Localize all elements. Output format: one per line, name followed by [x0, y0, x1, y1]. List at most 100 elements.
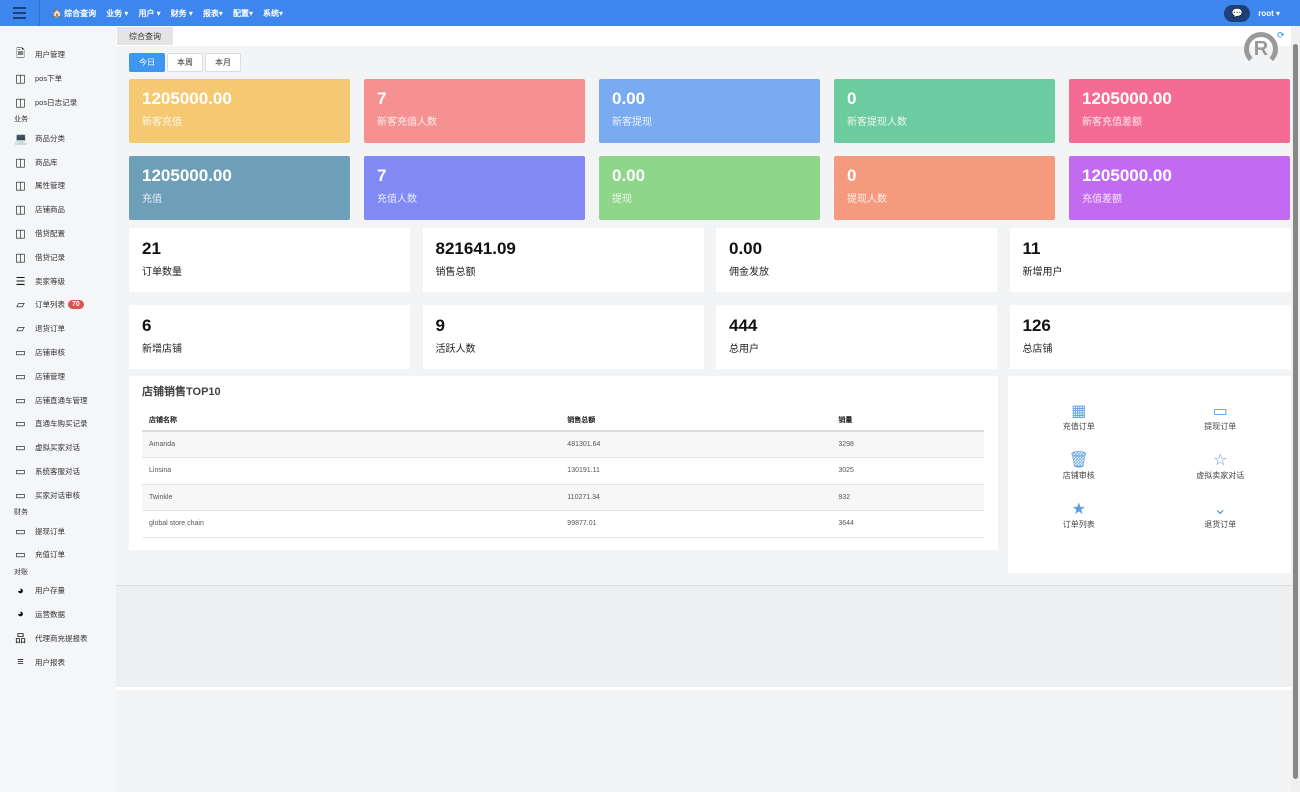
metric-value: 0	[847, 89, 857, 108]
stat-label: 销售总额	[435, 267, 476, 278]
chevron-down-icon: ⌄	[1213, 501, 1227, 518]
refresh-icon[interactable]: ⟳	[1277, 30, 1285, 41]
sidebar-item[interactable]: ◫ 店铺商品	[0, 198, 116, 222]
menu-toggle-icon[interactable]	[0, 0, 40, 26]
sidebar-item[interactable]: 品代理商充提报表	[0, 626, 116, 650]
star-outline-icon: ☆	[1213, 452, 1228, 469]
table-cell: 932	[831, 484, 984, 511]
sidebar-item[interactable]: ▭ 店铺审核	[0, 341, 116, 365]
breadcrumb-bar	[116, 26, 1291, 46]
quick-action[interactable]: ★ 订单列表	[1008, 499, 1150, 530]
period-button[interactable]: 本周	[167, 53, 203, 72]
nav-item[interactable]: 业务 ▾	[106, 8, 128, 19]
stat-card: 126 总店铺	[1009, 305, 1291, 369]
sidebar-item[interactable]: ▭ 店铺管理	[0, 364, 116, 388]
table-cell: 3644	[831, 510, 984, 538]
metric-label: 提现	[612, 194, 632, 205]
sidebar-item[interactable]: 🗎 用户管理	[0, 43, 116, 67]
metric-value: 1205000.00	[1082, 89, 1172, 108]
sidebar-item[interactable]: ▭ 提现订单	[0, 519, 116, 543]
top10-table: 店铺名称 销售总额 销量 Amanda 481301.64 3298 Linsina 1301…	[142, 409, 984, 538]
nav-item[interactable]: 财务 ▾	[171, 8, 193, 19]
scrollbar[interactable]	[1291, 26, 1300, 792]
stat-label: 佣金发放	[729, 267, 769, 278]
metric-label: 新客提现人数	[847, 117, 907, 128]
nav-item[interactable]: 用户 ▾	[138, 8, 160, 19]
stat-value: 11	[1022, 239, 1041, 258]
sidebar-item[interactable]: ◫ 商品库	[0, 150, 116, 174]
nav-item[interactable]: 报表▾	[203, 8, 223, 19]
user-menu[interactable]: root ▾	[1258, 9, 1280, 18]
metric-card: 1205000.00 充值差额	[1069, 156, 1290, 220]
sidebar-item[interactable]: ◫ 借贷配置	[0, 222, 116, 246]
star-icon: ★	[1071, 501, 1086, 518]
column-header: 店铺名称	[142, 409, 561, 432]
quick-action[interactable]: ▭ 提现订单	[1150, 401, 1292, 432]
sidebar-item[interactable]: ≡ 用户报表	[0, 650, 116, 674]
sidebar-item-label: 属性管理	[35, 181, 65, 191]
table-row: Amanda 481301.64 3298	[142, 431, 984, 458]
quick-action[interactable]: ☆ 虚拟卖家对话	[1150, 450, 1292, 481]
stat-card: 21 订单数量	[129, 228, 410, 292]
metric-card: 0.00 新客提现	[599, 79, 820, 143]
logo-icon: R	[1244, 32, 1278, 66]
quick-action[interactable]: ⌄ 退货订单	[1150, 499, 1292, 530]
qrcode-icon: ▦	[1071, 403, 1087, 420]
nav-item[interactable]: 系统▾	[263, 8, 283, 19]
columns-icon: ◫	[15, 204, 26, 217]
metric-card: 0 提现人数	[834, 156, 1055, 220]
sidebar-item[interactable]: ▭ 店铺直通车管理	[0, 388, 116, 412]
stat-label: 订单数量	[142, 267, 182, 278]
sidebar-item[interactable]: ▱ 订单列表 70	[0, 293, 116, 317]
indent-icon: ☰	[15, 275, 26, 288]
sidebar-item[interactable]: ▭ 系统客服对话	[0, 460, 116, 484]
sidebar-item-label: 系统客服对话	[35, 466, 80, 476]
sidebar-item[interactable]: ▭ 直通车购买记录	[0, 412, 116, 436]
quick-action[interactable]: ▦ 充值订单	[1008, 401, 1150, 432]
sidebar-item[interactable]: ▭ 买家对话审核	[0, 483, 116, 507]
sidebar-item[interactable]: ◕ 运营数据	[0, 603, 116, 627]
table-row: Linsina 130191.11 3025	[142, 457, 984, 485]
columns-icon: ◫	[15, 251, 26, 264]
metric-label: 新客充值差额	[1082, 117, 1142, 128]
credit-card-icon: ▭	[15, 346, 26, 359]
period-button[interactable]: 今日	[129, 53, 165, 72]
stat-label: 总用户	[729, 344, 759, 355]
sidebar-section-label: 对账	[14, 568, 28, 576]
nav-item[interactable]: 配置▾	[233, 8, 253, 19]
trash-icon: 🗑	[1068, 452, 1089, 469]
count-badge: 70	[68, 300, 84, 310]
credit-card-icon: ▭	[15, 370, 26, 383]
sidebar-item[interactable]: ◫ 属性管理	[0, 174, 116, 198]
period-button[interactable]: 本月	[205, 53, 241, 72]
quick-action[interactable]: 🗑 店铺审核	[1008, 450, 1150, 481]
sidebar-item-label: 店铺直通车管理	[35, 395, 88, 405]
sidebar-item[interactable]: 💻 商品分类	[0, 126, 116, 150]
sidebar-item-label: 用户存量	[35, 586, 65, 596]
sidebar-item[interactable]: ◫ 借贷记录	[0, 245, 116, 269]
quick-action-label: 虚拟卖家对话	[1196, 471, 1245, 480]
sidebar-item[interactable]: ◕ 用户存量	[0, 579, 116, 603]
sidebar-item[interactable]: ◫ pos下单	[0, 67, 116, 91]
chat-icon[interactable]: 💬	[1224, 4, 1251, 22]
metric-label: 新客提现	[612, 117, 652, 128]
sidebar-item-label: 借贷配置	[35, 228, 65, 238]
breadcrumb-tab[interactable]: 综合查询	[117, 27, 173, 45]
sidebar-item[interactable]: ▱ 退货订单	[0, 317, 116, 341]
nav-item[interactable]: 🏠 综合查询	[52, 8, 96, 19]
mobile-icon: ▱	[16, 299, 25, 312]
table-cell: Linsina	[142, 457, 561, 485]
columns-icon: ◫	[15, 227, 26, 240]
quick-action-label: 提现订单	[1204, 422, 1237, 431]
stat-card: 444 总用户	[716, 305, 997, 369]
metric-value: 0.00	[612, 166, 646, 185]
sidebar-item[interactable]: ☰ 卖家等级	[0, 269, 116, 293]
sidebar-item[interactable]: ▭ 充值订单	[0, 543, 116, 567]
sidebar-item[interactable]: ▭ 虚拟买家对话	[0, 436, 116, 460]
sidebar-item[interactable]: ◫ pos日志记录	[0, 91, 116, 115]
sidebar-item-label: 商品分类	[35, 133, 65, 143]
table-cell: Amanda	[142, 431, 561, 458]
stat-value: 821641.09	[435, 239, 516, 258]
stat-value: 21	[142, 239, 161, 258]
metric-label: 充值	[142, 194, 162, 205]
